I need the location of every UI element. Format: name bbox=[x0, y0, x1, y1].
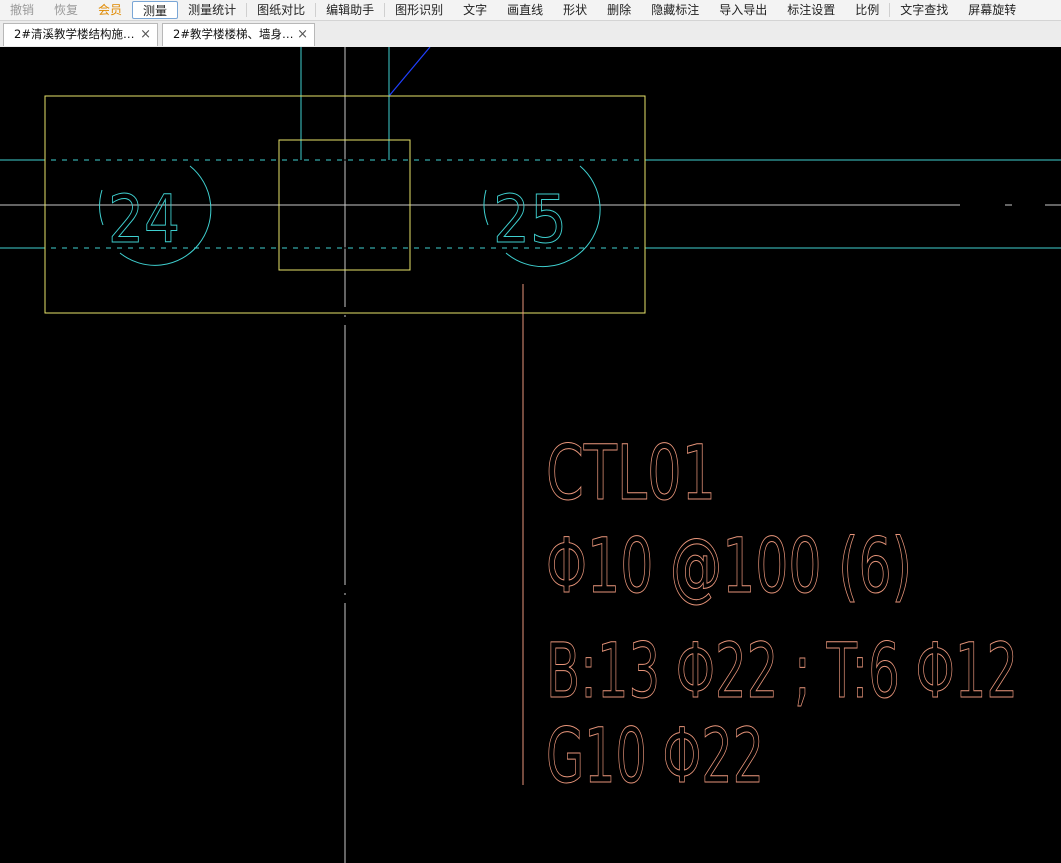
stirrup-spec-text: Φ10 @100 (6) bbox=[546, 521, 912, 610]
pile-label-25: 25 bbox=[493, 181, 567, 258]
measure-stats-button[interactable]: 测量统计 bbox=[178, 1, 246, 19]
undo-button[interactable]: 撤销 bbox=[0, 1, 44, 19]
scale-button[interactable]: 比例 bbox=[845, 1, 889, 19]
member-button[interactable]: 会员 bbox=[88, 1, 132, 19]
edit-assistant-button[interactable]: 编辑助手 bbox=[316, 1, 384, 19]
tab-structure-drawing[interactable]: 2#清溪教学楼结构施… × bbox=[3, 23, 158, 46]
compare-drawings-button[interactable]: 图纸对比 bbox=[247, 1, 315, 19]
redo-button[interactable]: 恢复 bbox=[44, 1, 88, 19]
close-icon[interactable]: × bbox=[297, 24, 308, 45]
tab-stair-drawing[interactable]: 2#教学楼楼梯、墙身… × bbox=[162, 23, 315, 46]
tab-label: 2#教学楼楼梯、墙身… bbox=[173, 27, 294, 41]
shape-button[interactable]: 形状 bbox=[553, 1, 597, 19]
side-bar-spec-text: G10 Φ22 bbox=[546, 711, 764, 800]
close-icon[interactable]: × bbox=[140, 24, 151, 45]
drawing-canvas[interactable]: 24 25 CTL01 Φ10 @100 (6) B:13 Φ22 ; T:6 … bbox=[0, 47, 1061, 863]
tab-label: 2#清溪教学楼结构施… bbox=[14, 27, 135, 41]
hide-annotations-button[interactable]: 隐藏标注 bbox=[641, 1, 709, 19]
document-tabs: 2#清溪教学楼结构施… × 2#教学楼楼梯、墙身… × bbox=[0, 21, 1061, 48]
pile-label-24: 24 bbox=[108, 181, 180, 258]
longitudinal-spec-text: B:13 Φ22 ; T:6 Φ12 bbox=[546, 626, 1018, 715]
canvas-background bbox=[0, 47, 1061, 863]
screen-rotate-button[interactable]: 屏幕旋转 bbox=[958, 1, 1026, 19]
beam-name-text: CTL01 bbox=[546, 428, 716, 517]
measure-button[interactable]: 测量 bbox=[132, 1, 179, 19]
text-button[interactable]: 文字 bbox=[453, 1, 497, 19]
import-export-button[interactable]: 导入导出 bbox=[709, 1, 777, 19]
shape-recognition-button[interactable]: 图形识别 bbox=[385, 1, 453, 19]
text-search-button[interactable]: 文字查找 bbox=[890, 1, 958, 19]
delete-button[interactable]: 删除 bbox=[597, 1, 641, 19]
toolbar: 撤销 恢复 会员 测量 测量统计 图纸对比 编辑助手 图形识别 文字 画直线 形… bbox=[0, 0, 1061, 21]
draw-line-button[interactable]: 画直线 bbox=[497, 1, 553, 19]
annotation-settings-button[interactable]: 标注设置 bbox=[777, 1, 845, 19]
